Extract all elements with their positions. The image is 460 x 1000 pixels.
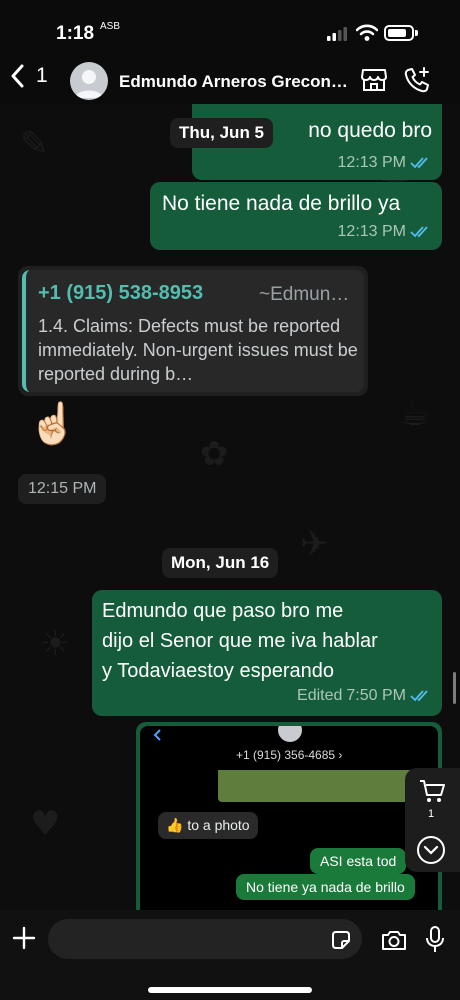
scroll-down-button[interactable]	[417, 836, 445, 864]
wifi-icon	[356, 24, 378, 41]
chat-header: 1 Edmundo Arneros Greconstructiona	[0, 58, 460, 106]
unread-count: 1	[36, 64, 48, 87]
message-time: 12:13 PM	[337, 223, 406, 240]
message-meta: 12:13 PM	[338, 223, 432, 241]
read-ticks-icon	[410, 157, 428, 169]
status-time: 1:18	[56, 23, 95, 44]
message-time: 7:50 PM	[346, 687, 406, 704]
avatar[interactable]	[70, 62, 108, 100]
doodle-icon: ♥	[30, 804, 61, 844]
quote-phone: +1 (915) 538-8953	[38, 282, 204, 304]
quoted-message[interactable]: +1 (915) 538-8953 ~Edmun… 1.4. Claims: D…	[22, 270, 364, 392]
doodle-icon: ✿	[200, 434, 229, 474]
scrollbar[interactable]	[453, 672, 456, 704]
media-reaction-text: 👍 to a photo	[158, 812, 258, 839]
message-outgoing[interactable]: Edmundo que paso bro me dijo el Senor qu…	[92, 590, 442, 716]
message-input[interactable]	[48, 919, 362, 959]
doodle-icon: ☀	[40, 624, 71, 664]
quote-text: 1.4. Claims: Defects must be reported im…	[38, 316, 358, 384]
microphone-icon[interactable]	[425, 925, 445, 955]
edited-label: Edited	[297, 687, 343, 704]
doodle-icon: ✎	[20, 124, 49, 164]
message-outgoing[interactable]: No tiene nada de brillo ya 12:13 PM	[150, 182, 442, 250]
doodle-icon: ☕	[400, 394, 431, 434]
doodle-icon: ✈	[300, 524, 329, 564]
message-meta: Edited 7:50 PM	[297, 687, 432, 705]
camera-icon[interactable]	[380, 928, 408, 952]
message-text: no quedo bro	[308, 119, 432, 142]
contact-name[interactable]: Edmundo Arneros Greconstructiona	[119, 72, 355, 92]
storefront-icon[interactable]	[360, 67, 388, 93]
image-message[interactable]: +1 (915) 356-4685 › 👍 to a photo ASI est…	[136, 722, 442, 914]
back-button[interactable]: 1	[10, 64, 48, 88]
message-text-line: y Todaviaestoy esperando	[102, 660, 335, 682]
media-message-text: No tiene ya nada de brillo	[236, 874, 415, 900]
battery-icon	[384, 25, 414, 41]
message-text-line: dijo el Senor que me iva hablar	[102, 630, 378, 652]
message-text-line: Edmundo que paso bro me	[102, 600, 344, 622]
screenshot-image[interactable]: +1 (915) 356-4685 › 👍 to a photo ASI est…	[140, 726, 438, 914]
message-time: 12:15 PM	[18, 474, 107, 504]
media-phone: +1 (915) 356-4685 ›	[236, 748, 343, 762]
composer-bar	[0, 910, 460, 1000]
message-text: No tiene nada de brillo ya	[162, 192, 401, 215]
default-avatar-icon	[75, 70, 103, 98]
cart-icon[interactable]	[418, 778, 446, 804]
battery-tip	[415, 30, 418, 36]
date-separator: Mon, Jun 16	[162, 548, 279, 578]
message-incoming[interactable]: +1 (915) 538-8953 ~Edmun… 1.4. Claims: D…	[18, 266, 368, 396]
plus-icon[interactable]	[12, 926, 36, 950]
chevron-left-icon	[153, 729, 161, 741]
chevron-down-icon	[423, 845, 439, 855]
read-ticks-icon	[410, 226, 428, 238]
media-message-text: ASI esta tod	[310, 848, 407, 874]
read-ticks-icon	[410, 690, 428, 702]
message-meta: 12:13 PM	[338, 154, 432, 172]
emoji-message[interactable]: ☝🏻	[28, 400, 78, 447]
date-separator: Thu, Jun 5	[170, 118, 273, 148]
message-time: 12:13 PM	[337, 154, 406, 171]
cart-count: 1	[428, 808, 435, 820]
status-bar: 1:18 ASB	[0, 0, 460, 60]
home-indicator	[148, 987, 312, 993]
chevron-left-icon	[11, 64, 24, 88]
floating-actions: 1	[405, 768, 460, 872]
sticker-icon[interactable]	[330, 929, 352, 951]
avatar-icon	[278, 726, 302, 742]
grass-photo	[218, 770, 432, 802]
cellular-signal-icon	[327, 27, 347, 41]
add-call-icon[interactable]	[403, 66, 431, 94]
quote-author: ~Edmun…	[259, 284, 350, 305]
status-sub-label: ASB	[100, 21, 121, 32]
